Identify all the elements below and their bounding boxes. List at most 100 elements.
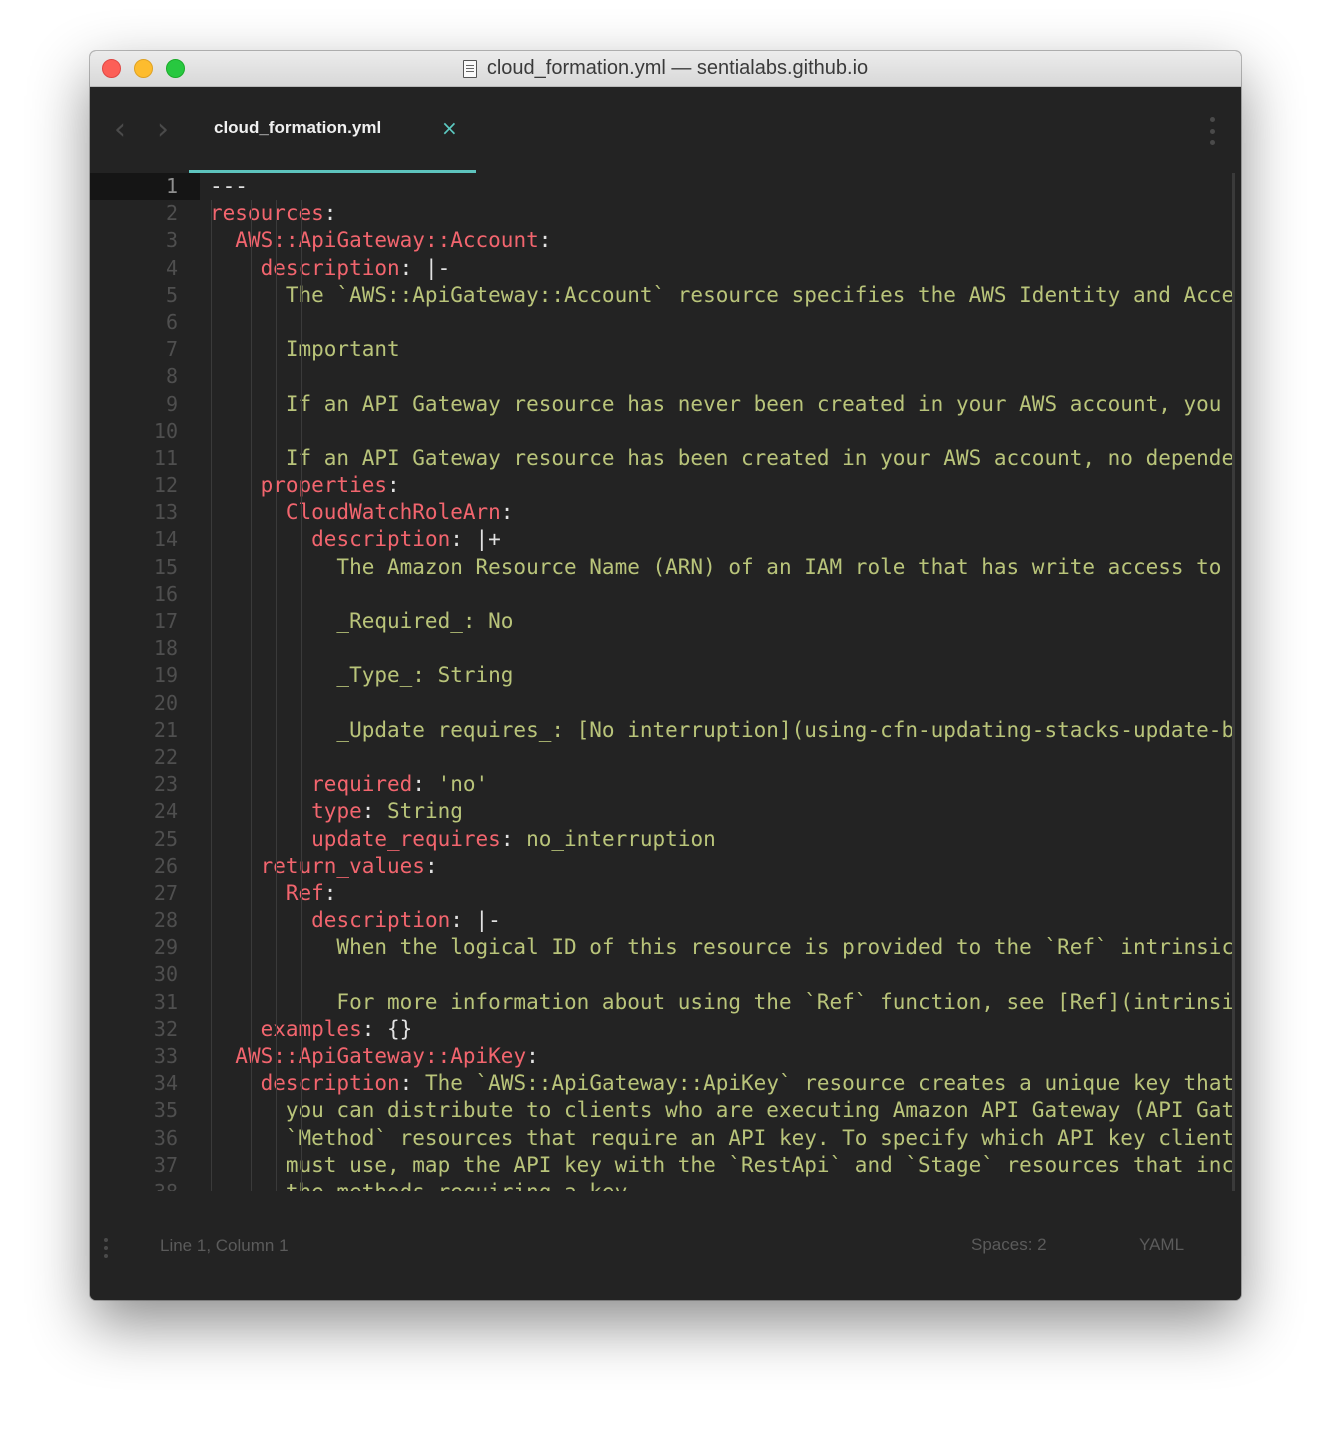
indent-guide — [211, 200, 212, 1191]
code-line[interactable]: resources: — [210, 200, 1238, 227]
code-line[interactable]: AWS::ApiGateway::ApiKey: — [210, 1043, 1238, 1070]
code-line[interactable]: If an API Gateway resource has been crea… — [210, 445, 1238, 472]
line-number: 7 — [165, 337, 178, 362]
code-line[interactable]: description: |- — [210, 907, 1238, 934]
line-number: 34 — [153, 1071, 178, 1096]
line-number: 30 — [153, 962, 178, 987]
code-line[interactable]: properties: — [210, 472, 1238, 499]
line-number: 36 — [153, 1125, 178, 1150]
yaml-value: `Method` resources that require an API k… — [210, 1125, 1235, 1150]
code-token: : — [500, 826, 527, 851]
code-editor[interactable]: 1 2 3 4 5 6 7 8 9 10 11 12 13 14 15 16 17 18 19 20 21 22 23 24 2… — [90, 173, 1238, 1191]
vertical-scrollbar[interactable] — [1232, 173, 1235, 1191]
more-options-icon[interactable] — [1209, 117, 1215, 145]
code-token: : — [424, 853, 438, 878]
yaml-key: update_requires — [311, 826, 501, 851]
line-number: 21 — [153, 717, 178, 742]
code-line[interactable]: must use, map the API key with the `Rest… — [210, 1152, 1238, 1179]
yaml-key: description — [260, 255, 400, 280]
line-number: 18 — [153, 636, 178, 661]
yaml-key: AWS::ApiGateway::Account — [235, 228, 539, 253]
code-line[interactable]: When the logical ID of this resource is … — [210, 934, 1238, 961]
code-line[interactable]: Ref: — [210, 880, 1238, 907]
code-line[interactable] — [210, 690, 1238, 717]
code-area[interactable]: --- resources: AWS::ApiGateway::Account: … — [210, 173, 1238, 1191]
indentation-setting[interactable]: Spaces: 2 — [971, 1235, 1047, 1255]
code-line[interactable]: _Required_: No — [210, 608, 1238, 635]
code-token: : |- — [450, 908, 501, 933]
code-token: : — [412, 772, 438, 797]
line-number: 11 — [153, 445, 178, 470]
code-line[interactable]: --- — [210, 173, 1238, 200]
code-line[interactable]: examples: {} — [210, 1016, 1238, 1043]
code-line[interactable] — [210, 635, 1238, 662]
code-line[interactable]: `Method` resources that require an API k… — [210, 1125, 1238, 1152]
code-line[interactable]: type: String — [210, 798, 1238, 825]
tab-close-icon[interactable]: × — [441, 116, 458, 140]
code-line[interactable]: the methods requiring a key. — [210, 1179, 1238, 1191]
forward-arrow-icon[interactable]: › — [157, 115, 169, 145]
code-token: : |- — [399, 255, 451, 280]
yaml-value: If an API Gateway resource has never bee… — [210, 391, 1222, 416]
code-line[interactable]: return_values: — [210, 853, 1238, 880]
yaml-key: CloudWatchRoleArn — [285, 500, 501, 525]
title-bar: cloud_formation.yml — sentialabs.github.… — [90, 51, 1241, 87]
code-token: : — [500, 500, 514, 525]
code-line[interactable] — [210, 744, 1238, 771]
line-number: 8 — [165, 364, 178, 389]
yaml-key: description — [311, 527, 451, 552]
tab-cloud-formation[interactable]: cloud_formation.yml × — [189, 87, 476, 173]
line-number: 35 — [153, 1098, 178, 1123]
code-line[interactable]: update_requires: no_interruption — [210, 826, 1238, 853]
yaml-value: The `AWS::ApiGateway::ApiKey` resource c… — [424, 1071, 1235, 1096]
code-line[interactable]: description: The `AWS::ApiGateway::ApiKe… — [210, 1070, 1238, 1097]
line-number: 3 — [165, 228, 178, 253]
code-line[interactable]: you can distribute to clients who are ex… — [210, 1097, 1238, 1124]
code-line[interactable]: _Update requires_: [No interruption](usi… — [210, 717, 1238, 744]
code-line[interactable]: For more information about using the `Re… — [210, 989, 1238, 1016]
code-line[interactable] — [210, 363, 1238, 390]
code-token: : {} — [361, 1016, 413, 1041]
line-number: 9 — [165, 391, 178, 416]
yaml-key: AWS::ApiGateway::ApiKey — [235, 1044, 527, 1068]
code-line[interactable] — [210, 418, 1238, 445]
code-line[interactable] — [210, 581, 1238, 608]
code-line[interactable]: AWS::ApiGateway::Account: — [210, 227, 1238, 254]
code-token: : — [399, 1071, 425, 1096]
yaml-key: required — [311, 772, 413, 797]
code-line[interactable]: If an API Gateway resource has never bee… — [210, 391, 1238, 418]
code-line[interactable] — [210, 309, 1238, 336]
code-line[interactable]: The Amazon Resource Name (ARN) of an IAM… — [210, 554, 1238, 581]
code-line[interactable]: description: |- — [210, 255, 1238, 282]
panel-toggle-icon[interactable] — [104, 1238, 108, 1258]
code-line[interactable]: Important — [210, 336, 1238, 363]
indent-guide — [250, 200, 252, 1191]
yaml-value: 'no' — [437, 772, 489, 797]
yaml-value: you can distribute to clients who are ex… — [210, 1098, 1235, 1123]
cursor-position[interactable]: Line 1, Column 1 — [160, 1236, 289, 1256]
yaml-value: When the logical ID of this resource is … — [210, 935, 1235, 960]
code-line[interactable]: The `AWS::ApiGateway::Account` resource … — [210, 282, 1238, 309]
yaml-key: Ref — [285, 880, 324, 905]
line-number: 33 — [153, 1044, 178, 1068]
indent-guide — [301, 200, 303, 1191]
line-number: 20 — [153, 690, 178, 715]
back-arrow-icon[interactable]: ‹ — [114, 115, 126, 145]
code-line[interactable]: description: |+ — [210, 526, 1238, 553]
tab-label: cloud_formation.yml — [214, 118, 382, 137]
code-line[interactable] — [210, 961, 1238, 988]
syntax-selector[interactable]: YAML — [1139, 1235, 1184, 1255]
yaml-value: _Type_: String — [210, 663, 514, 688]
editor-window: cloud_formation.yml — sentialabs.github.… — [90, 51, 1241, 1300]
line-number: 31 — [153, 989, 178, 1014]
code-line[interactable]: required: 'no' — [210, 771, 1238, 798]
code-line[interactable]: CloudWatchRoleArn: — [210, 499, 1238, 526]
code-line[interactable]: _Type_: String — [210, 662, 1238, 689]
code-token: : — [323, 201, 337, 226]
indent-guide — [275, 200, 277, 1191]
